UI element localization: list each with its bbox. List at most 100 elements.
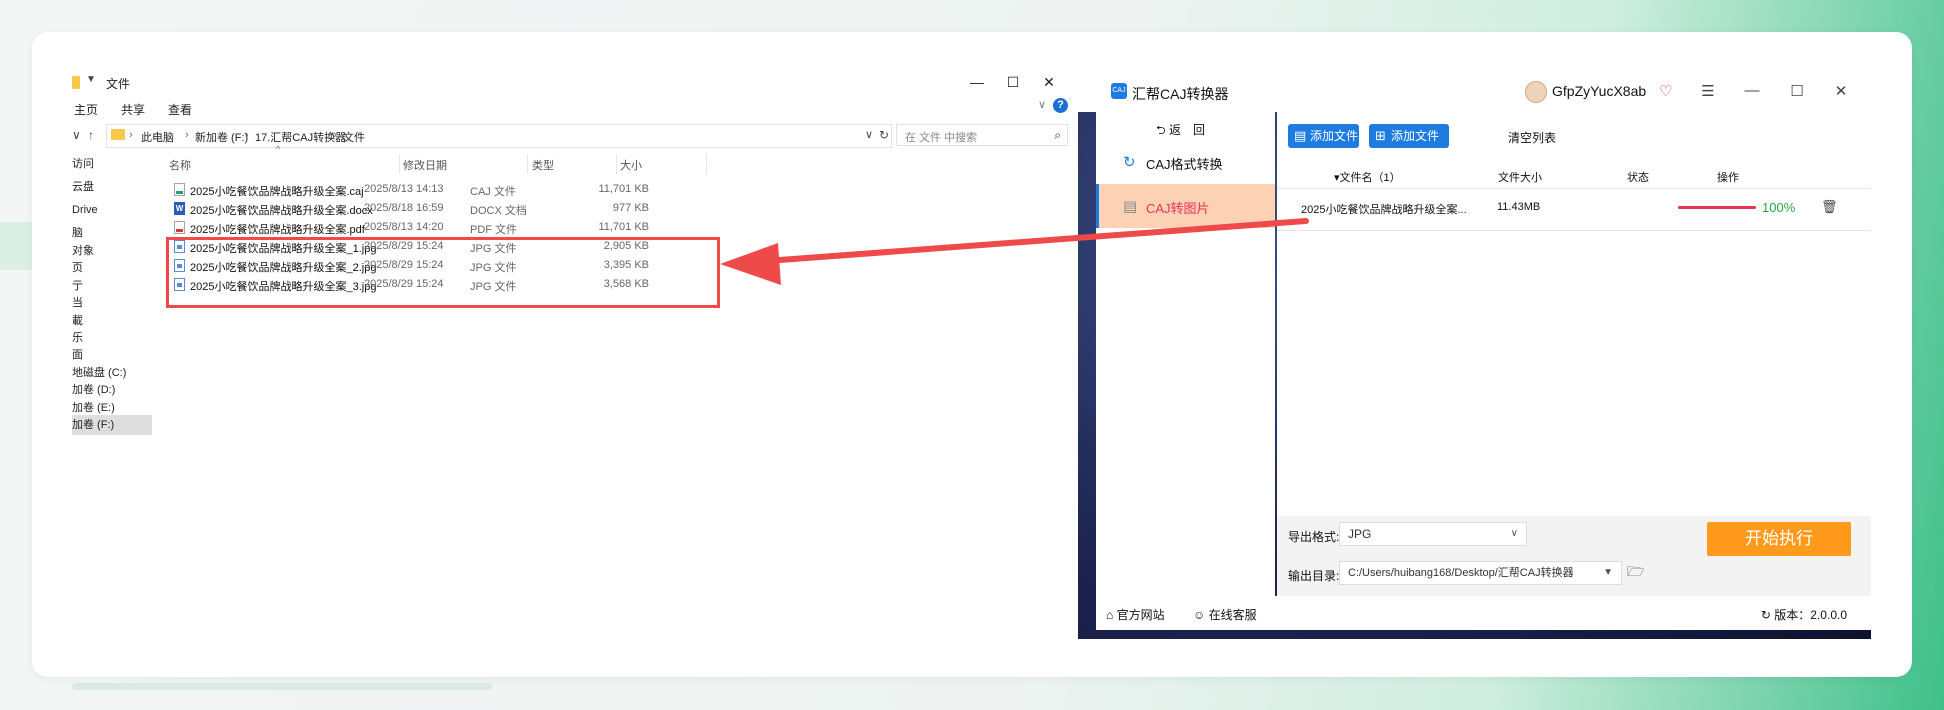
minimize-icon[interactable]: — (1742, 82, 1762, 99)
add-file-button[interactable]: ▤ 添加文件 (1288, 124, 1359, 148)
column-header-filename[interactable]: ▾文件名（1） (1334, 169, 1401, 185)
file-name: 2025小吃餐饮品牌战略升级全案.pdf (190, 224, 365, 236)
maximize-icon[interactable]: ☐ (998, 71, 1028, 93)
ribbon-tabs: 主页 共享 查看 (72, 98, 1068, 118)
file-type: DOCX 文档 (470, 205, 527, 217)
caj-file-icon (174, 183, 185, 196)
sidebar-item-caj-convert[interactable]: ↻ CAJ格式转换 (1096, 140, 1275, 184)
app-title: 汇帮CAJ转换器 (1132, 86, 1229, 102)
up-arrow-icon[interactable]: ↑ (88, 128, 94, 142)
recent-locations-icon[interactable]: ∨ (72, 128, 81, 142)
nav-item[interactable]: 页 (72, 258, 152, 278)
nav-item[interactable]: 脑 (72, 223, 152, 243)
breadcrumb-item[interactable]: 此电脑 (141, 129, 174, 145)
tab-view[interactable]: 查看 (168, 101, 192, 118)
clear-list-button[interactable]: 清空列表 (1508, 129, 1556, 146)
sidebar-item-label: CAJ转图片 (1146, 201, 1210, 216)
refresh-icon: ↻ (1123, 154, 1136, 171)
search-placeholder: 在 文件 中搜索 (905, 132, 978, 144)
website-link[interactable]: ⌂ 官方网站 (1106, 606, 1165, 623)
file-size: 11,701 KB (598, 183, 649, 195)
explorer-titlebar: ▼ 文件 — ☐ ✕ (72, 70, 1068, 94)
nav-item[interactable]: 云盘 (72, 177, 152, 197)
user-name[interactable]: GfpZyYucX8ab (1552, 83, 1646, 99)
add-file-icon: ▤ (1294, 128, 1307, 143)
column-header-size[interactable]: 大小 (620, 157, 642, 173)
file-date: 2025/8/18 16:59 (364, 202, 444, 214)
vip-heart-icon[interactable]: ♡ (1659, 82, 1672, 100)
quick-access-dropdown-icon[interactable]: ▼ (86, 74, 96, 85)
app-sidebar: ⮌ 返 回 ↻ CAJ格式转换 ▤ CAJ转图片 (1096, 112, 1275, 596)
close-icon[interactable]: ✕ (1034, 71, 1064, 93)
output-dir-select[interactable]: C:/Users/huibang168/Desktop/汇帮CAJ转换器 ▼ (1339, 561, 1622, 585)
file-type: PDF 文件 (470, 224, 518, 236)
sidebar-item-caj-to-image[interactable]: ▤ CAJ转图片 (1096, 184, 1275, 228)
document-icon: ▤ (1123, 198, 1138, 215)
minimize-icon[interactable]: — (962, 71, 992, 93)
tab-share[interactable]: 共享 (121, 101, 145, 118)
address-row: ∨ ↑ › 此电脑 › 新加卷 (F:) › 17.汇帮CAJ转换器 › 文件 … (72, 124, 1068, 148)
sort-ascending-icon: ^ (276, 144, 281, 154)
nav-item[interactable]: Drive (72, 200, 152, 220)
column-header-status: 状态 (1627, 172, 1649, 184)
tab-home[interactable]: 主页 (74, 101, 98, 118)
file-name: 2025小吃餐饮品牌战略升级全案.caj (190, 186, 364, 198)
output-files-highlight (166, 237, 720, 308)
add-folder-button[interactable]: ⊞ 添加文件夹 (1369, 124, 1449, 167)
support-link[interactable]: ☺ 在线客服 (1193, 606, 1257, 623)
nav-item[interactable]: 加卷 (D:) (72, 380, 152, 400)
nav-item-selected[interactable]: 加卷 (F:) (72, 415, 152, 435)
app-titlebar: CAJ 汇帮CAJ转换器 GfpZyYucX8ab ♡ ☰ — ☐ ✕ (1078, 72, 1871, 112)
folder-open-icon[interactable]: 🗁 (1627, 561, 1644, 585)
breadcrumb-item[interactable]: 文件 (343, 129, 365, 145)
progress-bar (1678, 206, 1756, 209)
search-box[interactable]: 在 文件 中搜索 ⌕ (896, 124, 1068, 146)
ribbon-expand-icon[interactable]: ∨ (1038, 98, 1046, 111)
explorer-title: 文件 (106, 77, 131, 91)
column-header-filesize: 文件大小 (1498, 172, 1542, 184)
chevron-down-icon: ∨ (1510, 528, 1518, 539)
breadcrumb-item[interactable]: 新加卷 (F:) (195, 129, 248, 145)
sidebar-item-label: CAJ格式转换 (1146, 157, 1223, 172)
file-size: 11,701 KB (598, 221, 649, 233)
close-icon[interactable]: ✕ (1831, 82, 1851, 100)
file-row[interactable]: W 2025小吃餐饮品牌战略升级全案.docx 2025/8/18 16:59 … (167, 199, 707, 218)
maximize-icon[interactable]: ☐ (1787, 82, 1807, 100)
column-header-date[interactable]: 修改日期 (403, 157, 447, 173)
file-row[interactable]: 2025小吃餐饮品牌战略升级全案.caj 2025/8/13 14:13 CAJ… (167, 180, 707, 199)
nav-item[interactable]: 当 (72, 293, 152, 313)
avatar[interactable] (1525, 81, 1547, 103)
file-row[interactable]: 2025小吃餐饮品牌战略升级全案.pdf 2025/8/13 14:20 PDF… (167, 218, 707, 237)
app-main-panel: ▤ 添加文件 ⊞ 添加文件夹 清空列表 ▾文件名（1） 文件大小 状态 操作 2… (1277, 112, 1871, 596)
column-header-type[interactable]: 类型 (532, 157, 554, 173)
export-format-select[interactable]: JPG ∨ (1339, 522, 1527, 546)
app-logo-icon: CAJ (1111, 83, 1127, 99)
back-button[interactable]: ⮌ 返 回 (1156, 121, 1205, 142)
export-format-label: 导出格式: (1288, 530, 1340, 544)
nav-item[interactable]: 访问 (72, 154, 152, 174)
help-icon[interactable]: ? (1053, 98, 1068, 113)
file-type: CAJ 文件 (470, 186, 516, 198)
word-file-icon: W (174, 202, 185, 215)
row-filename: 2025小吃餐饮品牌战略升级全案... (1301, 204, 1467, 216)
add-folder-icon: ⊞ (1375, 128, 1386, 143)
progress-percent: 100% (1762, 200, 1796, 215)
folder-icon (72, 76, 80, 89)
app-footer: ⌂ 官方网站 ☺ 在线客服 ↻ 版本：2.0.0.0 (1096, 596, 1871, 630)
file-explorer-window: ▼ 文件 — ☐ ✕ 主页 共享 查看 ∨ ? ∨ ↑ › 此电脑 › 新加卷 … (72, 70, 1068, 640)
address-bar[interactable]: › 此电脑 › 新加卷 (F:) › 17.汇帮CAJ转换器 › 文件 ∨ ↻ (106, 124, 892, 148)
column-header-name[interactable]: 名称 (169, 157, 191, 173)
file-size: 977 KB (612, 202, 649, 214)
output-dir-label: 输出目录: (1288, 569, 1340, 583)
file-date: 2025/8/13 14:20 (364, 221, 444, 233)
pdf-file-icon (174, 221, 185, 234)
trash-icon[interactable]: 🗑 (1821, 199, 1838, 215)
search-icon[interactable]: ⌕ (1054, 128, 1061, 143)
file-name: 2025小吃餐饮品牌战略升级全案.docx (190, 205, 373, 217)
address-dropdown-icon[interactable]: ∨ (865, 128, 873, 141)
nav-item[interactable]: 面 (72, 345, 152, 365)
refresh-icon[interactable]: ↻ (879, 128, 889, 142)
breadcrumb-folder-icon (111, 129, 125, 140)
menu-icon[interactable]: ☰ (1698, 82, 1718, 100)
start-button[interactable]: 开始执行 (1707, 522, 1851, 556)
